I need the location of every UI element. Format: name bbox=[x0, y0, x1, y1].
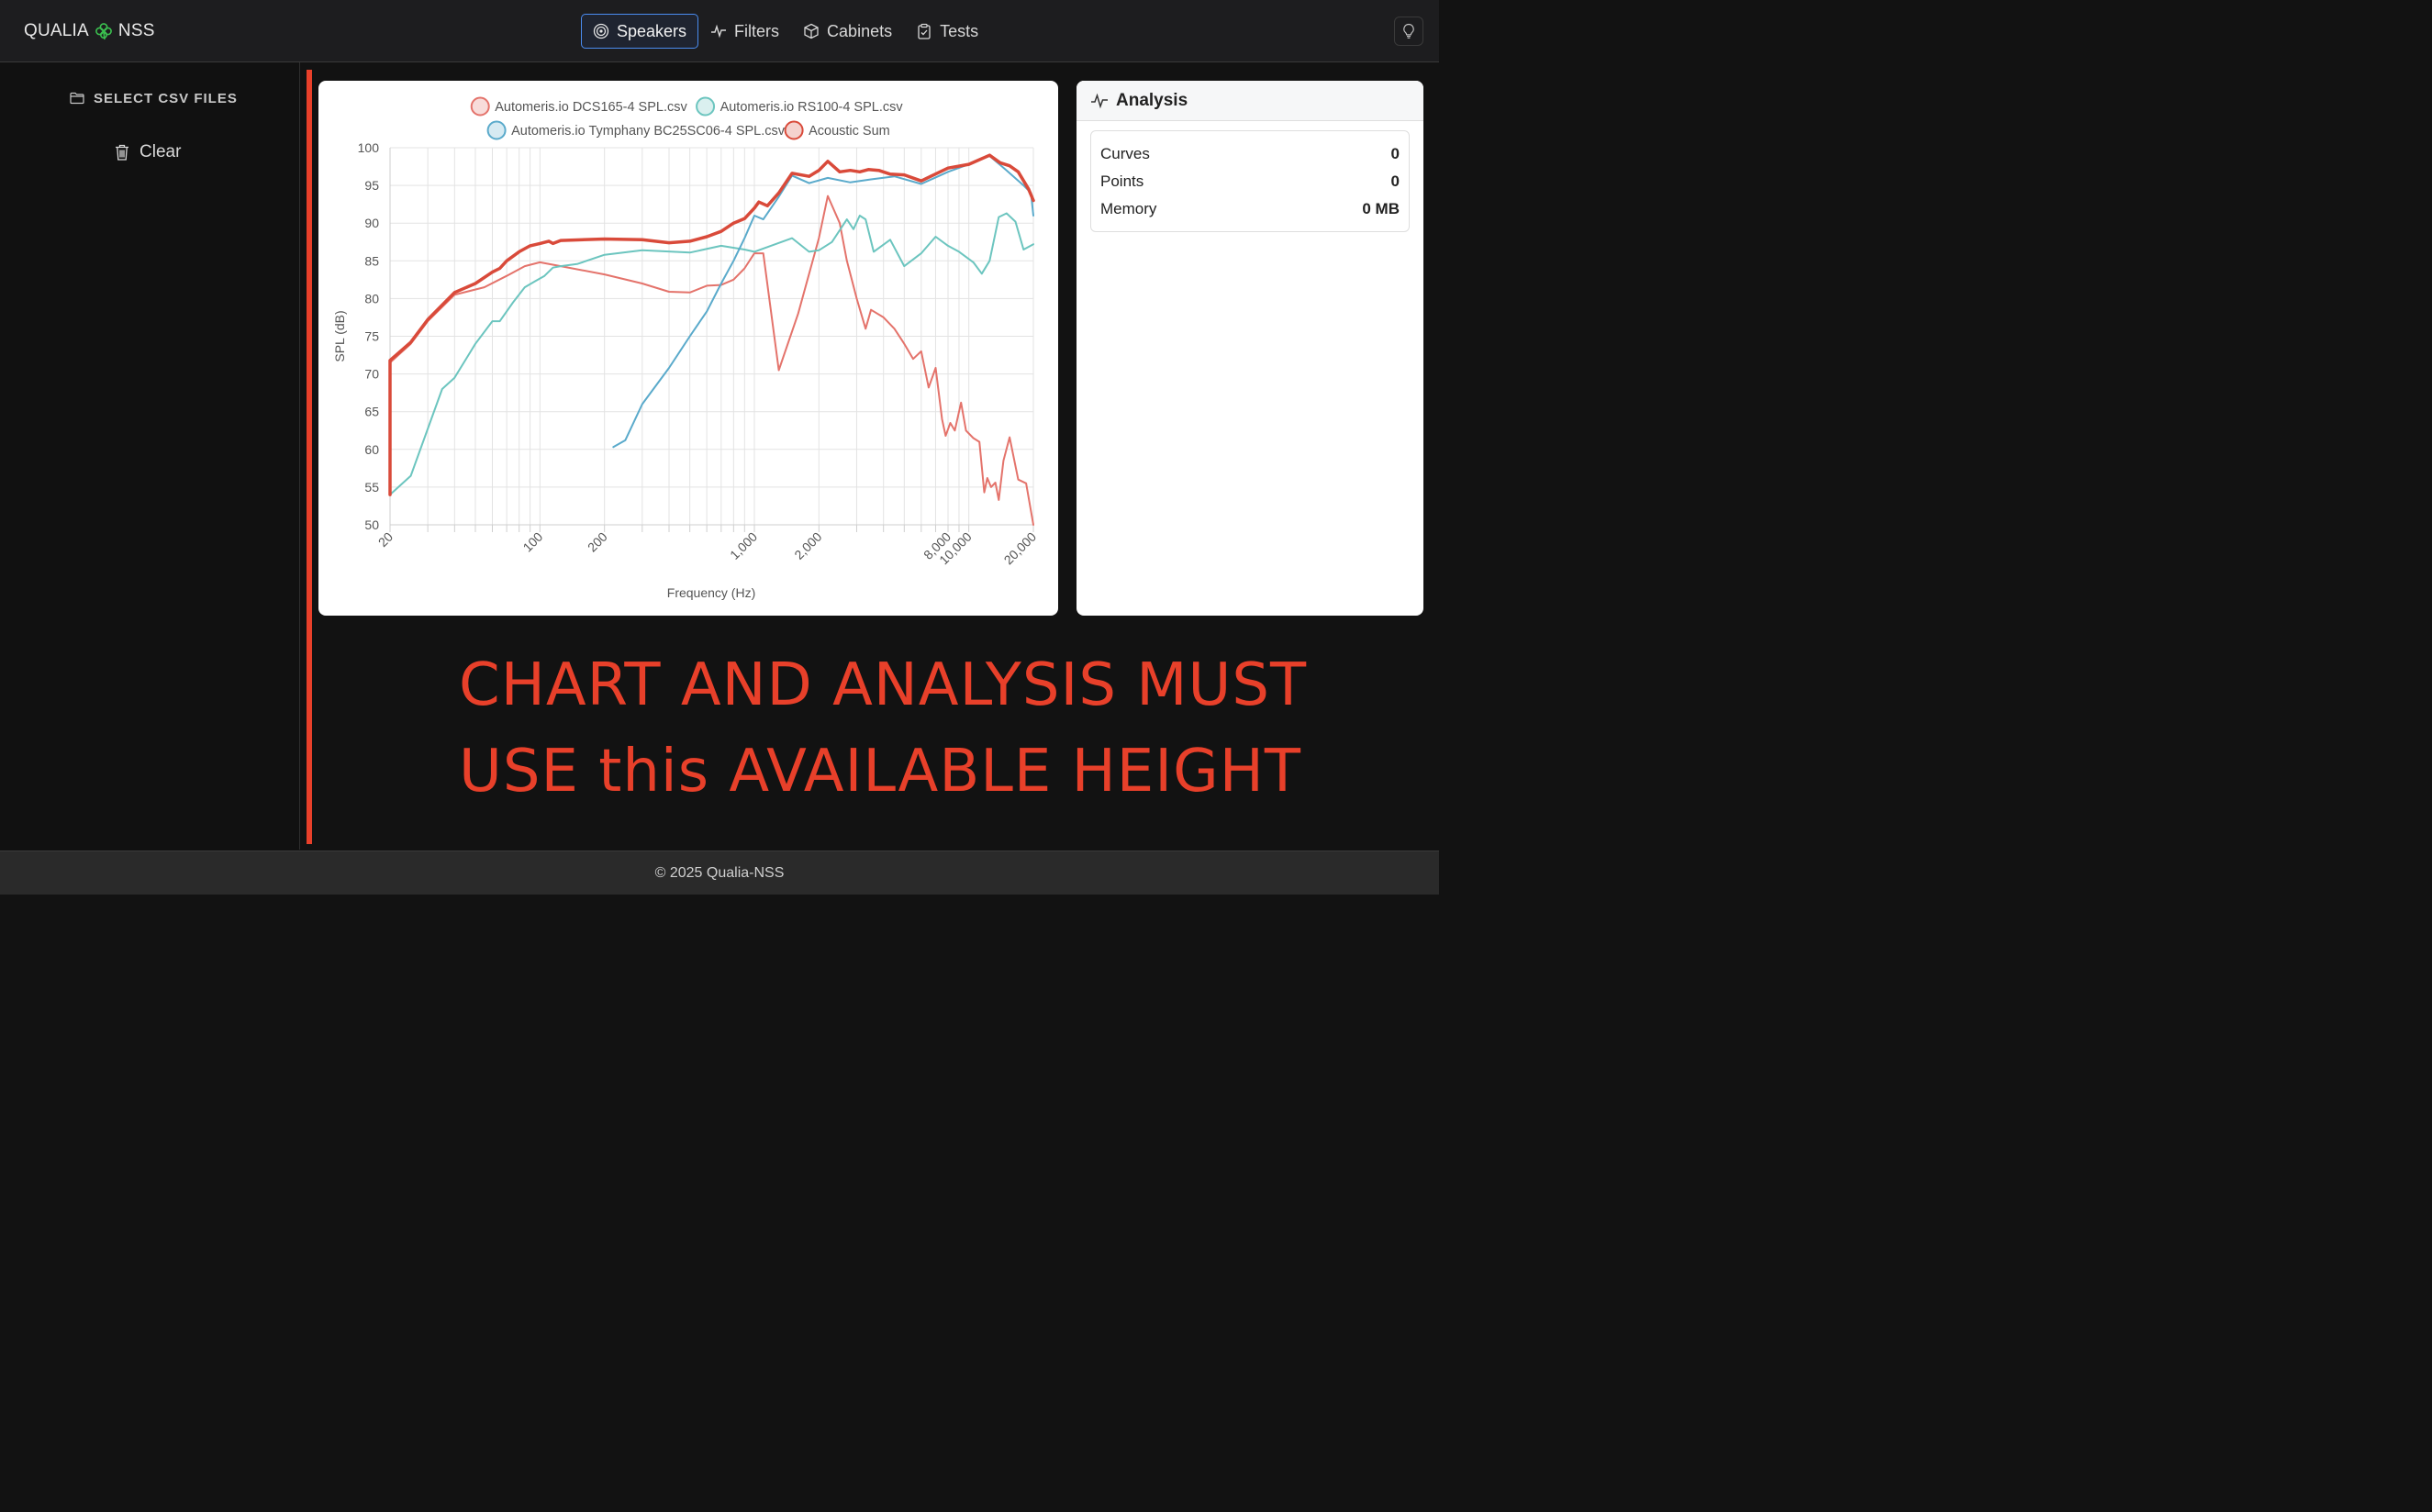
brand-left-text: QUALIA bbox=[24, 21, 89, 40]
activity-icon bbox=[1091, 93, 1108, 108]
lightbulb-button[interactable] bbox=[1394, 17, 1423, 46]
series-line-3 bbox=[388, 153, 1035, 496]
series-line-1 bbox=[389, 212, 1034, 496]
legend-label: Acoustic Sum bbox=[809, 124, 890, 139]
y-tick-label: 85 bbox=[364, 253, 379, 268]
stat-memory: Memory 0 MB bbox=[1100, 195, 1400, 223]
annotation-text: CHART AND ANALYSIS MUST USE this AVAILAB… bbox=[459, 642, 1432, 815]
clover-icon bbox=[95, 23, 112, 40]
folder-icon bbox=[70, 92, 84, 105]
analysis-stats: Curves 0 Points 0 Memory 0 MB bbox=[1090, 130, 1410, 232]
y-tick-label: 70 bbox=[364, 367, 379, 382]
clear-button[interactable]: Clear bbox=[114, 140, 181, 164]
stat-label: Curves bbox=[1100, 145, 1150, 162]
x-tick-label: 20,000 bbox=[1001, 529, 1040, 568]
box-icon bbox=[804, 23, 819, 39]
y-tick-label: 55 bbox=[364, 480, 379, 495]
legend-label: Automeris.io Tymphany BC25SC06-4 SPL.csv bbox=[511, 124, 786, 139]
stat-curves: Curves 0 bbox=[1100, 140, 1400, 168]
x-axis-label: Frequency (Hz) bbox=[667, 585, 755, 600]
series-line-2 bbox=[612, 155, 1034, 449]
x-tick-label: 20 bbox=[375, 529, 396, 550]
trash-icon bbox=[116, 144, 128, 161]
select-csv-label: SELECT CSV FILES bbox=[94, 90, 238, 106]
brand-right-text: NSS bbox=[117, 21, 155, 40]
analysis-header: Analysis bbox=[1077, 81, 1423, 121]
tab-tests-label: Tests bbox=[940, 21, 979, 40]
legend-label: Automeris.io DCS165-4 SPL.csv bbox=[495, 100, 687, 115]
y-tick-label: 100 bbox=[358, 140, 380, 155]
pulse-icon bbox=[711, 24, 727, 39]
stat-label: Points bbox=[1100, 172, 1144, 190]
tab-filters-label: Filters bbox=[734, 21, 780, 40]
series-line-0 bbox=[389, 195, 1034, 526]
x-tick-label: 2,000 bbox=[791, 529, 824, 562]
select-csv-button[interactable]: SELECT CSV FILES bbox=[70, 88, 238, 108]
legend-label: Automeris.io RS100-4 SPL.csv bbox=[720, 100, 904, 115]
lightbulb-icon bbox=[1403, 23, 1414, 39]
y-tick-label: 75 bbox=[364, 329, 379, 344]
x-tick-label: 1,000 bbox=[727, 529, 760, 562]
analysis-title: Analysis bbox=[1116, 90, 1188, 110]
top-navbar: QUALIA NSS Speakers Filters Cabinets Tes… bbox=[0, 0, 1439, 62]
chart-panel: 50 55 60 65 70 75 80 85 90 95 100 20 100 200 1,000 2,00… bbox=[318, 81, 1058, 616]
footer: © 2025 Qualia-NSS bbox=[0, 850, 1439, 895]
stat-value: 0 bbox=[1390, 145, 1400, 162]
spl-chart[interactable]: 50 55 60 65 70 75 80 85 90 95 100 20 100 200 1,000 2,00… bbox=[318, 81, 1058, 616]
stat-value: 0 MB bbox=[1362, 200, 1400, 217]
copyright-text: © 2025 Qualia-NSS bbox=[654, 864, 785, 881]
sidebar: SELECT CSV FILES Clear bbox=[0, 62, 300, 850]
x-tick-label: 200 bbox=[585, 529, 610, 555]
clear-label: Clear bbox=[139, 142, 182, 161]
analysis-panel: Analysis Curves 0 Points 0 Memory 0 MB bbox=[1077, 81, 1423, 616]
stat-points: Points 0 bbox=[1100, 168, 1400, 195]
y-tick-label: 80 bbox=[364, 291, 379, 306]
main-tabs: Speakers Filters Cabinets Tests bbox=[581, 14, 990, 49]
legend-swatch bbox=[486, 120, 507, 140]
y-tick-label: 50 bbox=[364, 517, 379, 532]
legend-swatch bbox=[470, 96, 490, 117]
y-tick-label: 65 bbox=[364, 405, 379, 419]
annotation-line-2: USE this AVAILABLE HEIGHT bbox=[459, 738, 1301, 806]
tab-speakers[interactable]: Speakers bbox=[581, 14, 699, 49]
legend-swatch bbox=[696, 96, 716, 117]
legend-swatch bbox=[784, 120, 804, 140]
speaker-icon bbox=[593, 23, 609, 39]
stat-value: 0 bbox=[1390, 172, 1400, 190]
tab-cabinets-label: Cabinets bbox=[827, 21, 893, 40]
tab-cabinets[interactable]: Cabinets bbox=[791, 14, 904, 49]
tab-tests[interactable]: Tests bbox=[904, 14, 990, 49]
y-tick-label: 60 bbox=[364, 442, 379, 457]
y-tick-label: 95 bbox=[364, 178, 379, 193]
brand-logo[interactable]: QUALIA NSS bbox=[24, 20, 155, 42]
tab-speakers-label: Speakers bbox=[617, 21, 687, 40]
x-tick-label: 100 bbox=[520, 529, 546, 555]
y-tick-label: 90 bbox=[364, 216, 379, 230]
clipboard-check-icon bbox=[918, 23, 931, 39]
y-axis-label: SPL (dB) bbox=[332, 310, 347, 361]
stat-label: Memory bbox=[1100, 200, 1157, 217]
annotation-red-bar bbox=[307, 70, 312, 844]
tab-filters[interactable]: Filters bbox=[698, 14, 791, 49]
annotation-line-1: CHART AND ANALYSIS MUST bbox=[459, 651, 1308, 719]
